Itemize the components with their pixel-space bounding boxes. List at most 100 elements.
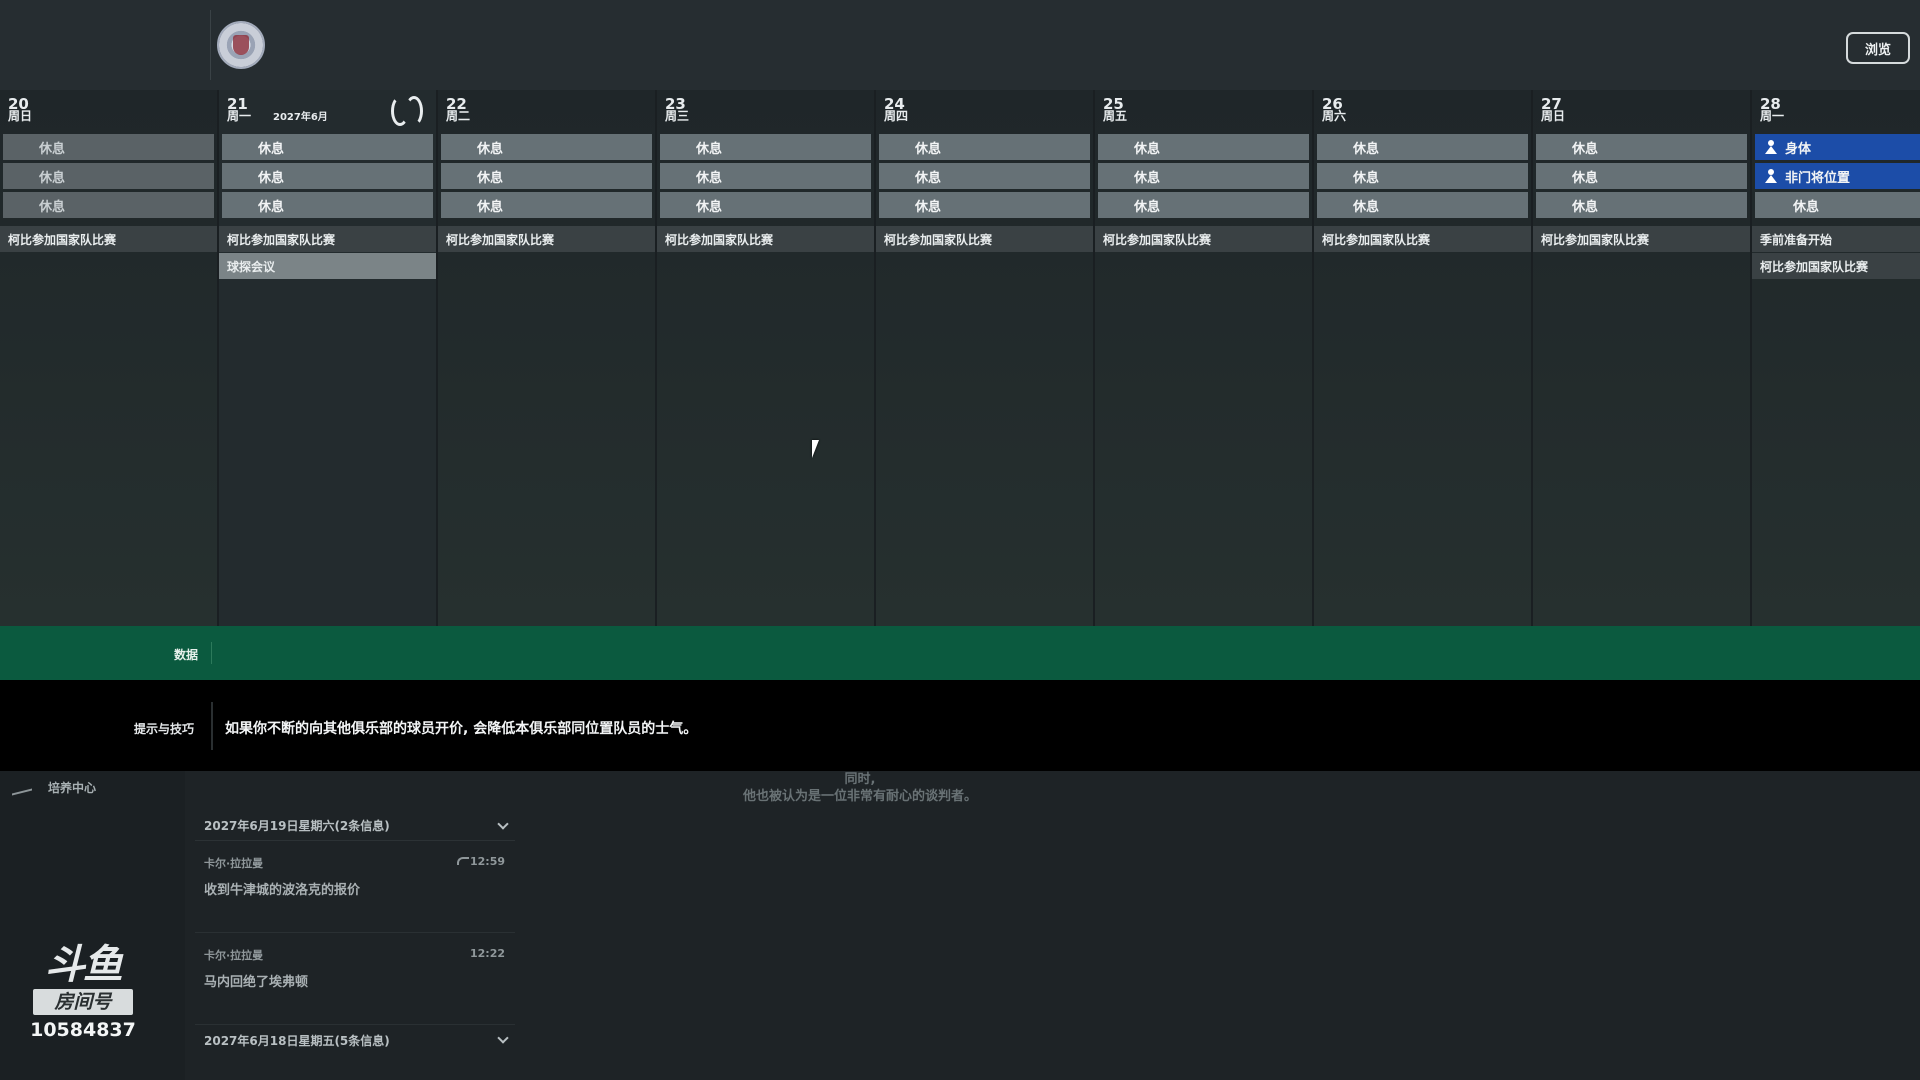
session-slot[interactable]: 休息 [660, 134, 871, 160]
chevron-down-icon[interactable] [497, 1032, 509, 1044]
session-slot[interactable]: 休息 [441, 163, 652, 189]
left-panel: 培养中心 斗鱼 房间号 10584837 [0, 771, 185, 1080]
day-events: 柯比参加国家队比赛 [876, 226, 1093, 253]
training-sessions: 休息 休息 休息 [3, 134, 214, 221]
event-item[interactable]: 柯比参加国家队比赛 [0, 226, 217, 252]
event-item[interactable]: 柯比参加国家队比赛 [438, 226, 655, 252]
app-window: 浏览 20 周日 休息 休息 休息 柯比参加国家队比赛 21 周一 休息 休息 … [0, 0, 1920, 1080]
session-slot[interactable]: 休息 [1317, 134, 1528, 160]
inbox-group-header[interactable]: 2027年6月19日星期六(2条信息) [195, 811, 515, 841]
day-header: 24 周四 [884, 97, 908, 123]
day-column-27[interactable]: 27 周日 休息 休息 休息 柯比参加国家队比赛 [1533, 90, 1752, 626]
session-slot[interactable]: 休息 [1317, 163, 1528, 189]
session-slot[interactable]: 休息 [879, 134, 1090, 160]
data-label[interactable]: 数据 [174, 646, 198, 663]
event-item[interactable]: 柯比参加国家队比赛 [876, 226, 1093, 252]
person-icon [1765, 169, 1777, 183]
refresh-icon[interactable] [391, 96, 423, 126]
nav-item-development[interactable]: 培养中心 [12, 779, 96, 796]
tips-divider [211, 702, 213, 750]
day-column-28[interactable]: 28 周一 身体 非门将位置 休息 季前准备开始 柯比参加国家队比赛 [1752, 90, 1920, 626]
data-bar-divider [211, 642, 212, 664]
weekday-label: 周一 [1760, 109, 1785, 123]
training-sessions: 休息 休息 休息 [1317, 134, 1528, 221]
session-slot-outfield[interactable]: 非门将位置 [1755, 163, 1920, 189]
session-slot[interactable]: 休息 [222, 134, 433, 160]
person-icon [1765, 140, 1777, 154]
day-column-22[interactable]: 22 周二 休息 休息 休息 柯比参加国家队比赛 [438, 90, 657, 626]
day-column-21[interactable]: 21 周一 休息 休息 休息 柯比参加国家队比赛 球探会议 [219, 90, 438, 626]
browse-button[interactable]: 浏览 [1846, 32, 1910, 64]
day-column-25[interactable]: 25 周五 休息 休息 休息 柯比参加国家队比赛 [1095, 90, 1314, 626]
session-slot[interactable]: 休息 [879, 192, 1090, 218]
session-slot[interactable]: 休息 [1536, 163, 1747, 189]
day-events: 柯比参加国家队比赛 [657, 226, 874, 253]
event-item[interactable]: 季前准备开始 [1752, 226, 1920, 252]
inbox-message[interactable]: 卡尔·拉拉曼 收到牛津城的波洛克的报价 12:59 [195, 841, 515, 933]
session-slot[interactable]: 休息 [1098, 134, 1309, 160]
club-badge-icon[interactable] [217, 21, 265, 69]
event-item[interactable]: 柯比参加国家队比赛 [1533, 226, 1750, 252]
session-label: 非门将位置 [1785, 170, 1851, 186]
day-column-24[interactable]: 24 周四 休息 休息 休息 柯比参加国家队比赛 [876, 90, 1095, 626]
day-header: 28 周一 [1760, 97, 1785, 123]
session-slot[interactable]: 休息 [222, 163, 433, 189]
session-slot[interactable]: 休息 [1755, 192, 1920, 218]
session-slot[interactable]: 休息 [3, 192, 214, 218]
session-slot[interactable]: 休息 [1317, 192, 1528, 218]
message-sender: 卡尔·拉拉曼 [204, 949, 264, 962]
day-column-26[interactable]: 26 周六 休息 休息 休息 柯比参加国家队比赛 [1314, 90, 1533, 626]
weekday-label: 周三 [665, 109, 690, 123]
chevron-down-icon[interactable] [497, 817, 509, 830]
training-sessions: 休息 休息 休息 [1098, 134, 1309, 221]
trend-icon [12, 780, 32, 795]
session-slot[interactable]: 休息 [660, 192, 871, 218]
month-label: 2027年6月 [273, 112, 328, 123]
session-slot[interactable]: 休息 [1536, 134, 1747, 160]
day-header: 26 周六 [1322, 97, 1347, 123]
tips-bar: 提示与技巧 如果你不断的向其他俱乐部的球员开价, 会降低本俱乐部同位置队员的士气… [0, 680, 1920, 771]
session-slot[interactable]: 休息 [1098, 192, 1309, 218]
event-item-meeting[interactable]: 球探会议 [219, 253, 436, 279]
event-item[interactable]: 柯比参加国家队比赛 [1314, 226, 1531, 252]
event-item[interactable]: 柯比参加国家队比赛 [1095, 226, 1312, 252]
inbox-group-header[interactable]: 2027年6月18日星期五(5条信息) [195, 1025, 515, 1055]
session-slot[interactable]: 休息 [3, 134, 214, 160]
session-slot[interactable]: 休息 [441, 192, 652, 218]
day-column-23[interactable]: 23 周三 休息 休息 休息 柯比参加国家队比赛 [657, 90, 876, 626]
session-slot[interactable]: 休息 [222, 192, 433, 218]
weekday-label: 周六 [1322, 109, 1347, 123]
inbox-message[interactable]: 卡尔·拉拉曼 马内回绝了埃弗顿 12:22 [195, 933, 515, 1025]
day-column-20[interactable]: 20 周日 休息 休息 休息 柯比参加国家队比赛 [0, 90, 219, 626]
group-date: 2027年6月18日星期五(5条信息) [204, 1033, 390, 1048]
session-slot[interactable]: 休息 [1098, 163, 1309, 189]
session-label: 身体 [1785, 141, 1812, 157]
session-slot[interactable]: 休息 [1536, 192, 1747, 218]
training-sessions: 休息 休息 休息 [660, 134, 871, 221]
event-item[interactable]: 柯比参加国家队比赛 [1752, 253, 1920, 279]
message-time: 12:59 [469, 855, 505, 868]
weekday-label: 周一 [227, 109, 252, 123]
message-time: 12:22 [469, 947, 505, 960]
session-slot-physical[interactable]: 身体 [1755, 134, 1920, 160]
day-events: 柯比参加国家队比赛 [1095, 226, 1312, 253]
session-slot[interactable]: 休息 [3, 163, 214, 189]
reply-icon [457, 857, 469, 865]
group-date: 2027年6月19日星期六(2条信息) [204, 819, 390, 833]
tips-label: 提示与技巧 [134, 722, 195, 736]
session-slot[interactable]: 休息 [660, 163, 871, 189]
day-header: 23 周三 [665, 97, 690, 123]
day-header: 22 周二 [446, 97, 470, 123]
detail-line: 同时, [844, 772, 876, 787]
session-slot[interactable]: 休息 [879, 163, 1090, 189]
event-item[interactable]: 柯比参加国家队比赛 [219, 226, 436, 252]
inbox-area: 培养中心 斗鱼 房间号 10584837 2027年6月19日星期六(2条信息)… [0, 771, 1920, 1080]
event-item[interactable]: 柯比参加国家队比赛 [657, 226, 874, 252]
session-slot[interactable]: 休息 [441, 134, 652, 160]
day-events: 柯比参加国家队比赛 [1314, 226, 1531, 253]
schedule-calendar: 20 周日 休息 休息 休息 柯比参加国家队比赛 21 周一 休息 休息 休息 [0, 90, 1920, 626]
stream-watermark: 斗鱼 房间号 10584837 [28, 943, 138, 1041]
day-header: 27 周日 [1541, 97, 1565, 123]
day-events: 柯比参加国家队比赛 [438, 226, 655, 253]
tips-text: 如果你不断的向其他俱乐部的球员开价, 会降低本俱乐部同位置队员的士气。 [225, 721, 698, 737]
